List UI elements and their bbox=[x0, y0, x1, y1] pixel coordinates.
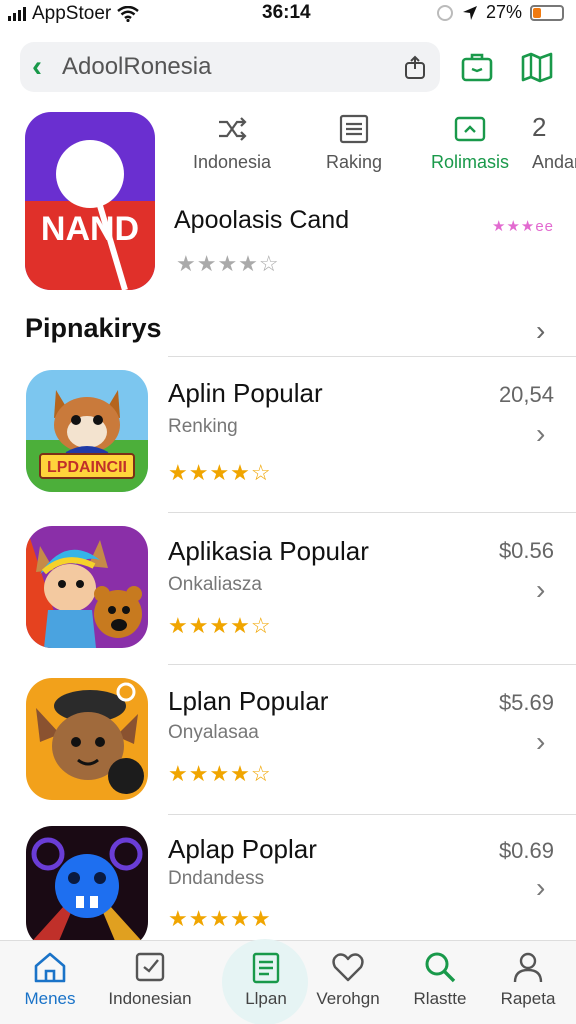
category-tab-indonesia[interactable]: Indonesia bbox=[180, 112, 284, 173]
signal-icon bbox=[8, 7, 26, 21]
tab-label: Rlastte bbox=[413, 989, 467, 1008]
shuffle-icon bbox=[219, 117, 247, 141]
status-right: 27% bbox=[436, 2, 564, 23]
app-subtitle: Dndandess bbox=[168, 868, 265, 889]
tab-label: Verohgn bbox=[316, 989, 380, 1008]
category-tab-raking[interactable]: Raking bbox=[306, 112, 402, 173]
moon-icon bbox=[436, 4, 453, 21]
tab-label: Rapeta bbox=[500, 989, 556, 1008]
app-price[interactable]: $5.69 bbox=[499, 690, 554, 716]
category-label: Rolimasis bbox=[430, 152, 509, 172]
app-subtitle: Onkaliasza bbox=[168, 574, 262, 595]
status-time: 36:14 bbox=[262, 2, 311, 23]
wifi-icon bbox=[117, 6, 140, 22]
tab-rlastte[interactable]: Rlastte bbox=[392, 949, 488, 1009]
map-icon[interactable] bbox=[520, 50, 554, 84]
rainbow-hair-character-icon[interactable] bbox=[26, 526, 148, 648]
category-label: Raking bbox=[325, 152, 383, 172]
tab-indonesian[interactable]: Indonesian bbox=[102, 949, 198, 1009]
app-name: Aplap Poplar bbox=[168, 834, 317, 864]
star-rating: ★★★★☆ bbox=[168, 460, 272, 485]
chevron-right-icon[interactable]: › bbox=[536, 418, 545, 450]
tab-label: Indonesian bbox=[108, 989, 192, 1008]
battery-percent: 27% bbox=[485, 2, 522, 22]
section-title: Pipnakirys bbox=[25, 313, 162, 343]
search-bar[interactable]: ‹ AdoolRonesia bbox=[20, 42, 440, 92]
cap-character-icon[interactable] bbox=[26, 678, 148, 800]
fox-character-icon[interactable]: LPDAINCII bbox=[26, 370, 148, 492]
chevron-right-icon[interactable]: › bbox=[536, 315, 545, 347]
app-subtitle: Renking bbox=[168, 416, 238, 437]
status-bar: AppStoer 36:14 27% bbox=[0, 0, 576, 28]
battery-fill bbox=[533, 7, 541, 18]
chevron-left-icon[interactable]: ‹ bbox=[32, 52, 58, 82]
chevron-right-icon[interactable]: › bbox=[536, 574, 545, 606]
divider bbox=[168, 814, 576, 815]
featured-icon-text: NAND bbox=[41, 210, 139, 248]
app-price[interactable]: $0.56 bbox=[499, 538, 554, 564]
tab-label: Llpan bbox=[245, 989, 287, 1008]
category-tabs: Indonesia Raking Rolimasis 2 Andar bbox=[180, 112, 576, 182]
carrier-label: AppStoer bbox=[32, 3, 112, 24]
app-row[interactable]: LPDAINCII Aplin Popular Renking ★★★★☆ 20… bbox=[0, 356, 576, 506]
app-name: Lplan Popular bbox=[168, 686, 329, 716]
app-row[interactable]: Aplikasia Popular Onkaliasza ★★★★☆ $0.56… bbox=[0, 512, 576, 662]
document-icon bbox=[135, 952, 165, 982]
person-icon bbox=[513, 952, 543, 983]
number-icon: 2 bbox=[532, 112, 547, 142]
location-arrow-icon bbox=[462, 5, 477, 20]
tab-bar: Menes Indonesian Llpan Verohgn Rlastte R… bbox=[0, 939, 576, 1024]
star-rating: ★★★★☆ bbox=[168, 613, 272, 638]
category-label: Indonesia bbox=[192, 152, 272, 172]
category-tab-rolimasis[interactable]: Rolimasis bbox=[420, 112, 520, 173]
tab-menes[interactable]: Menes bbox=[2, 949, 98, 1009]
featured-stars: ★★★★☆ bbox=[176, 251, 280, 276]
category-tab-andar[interactable]: 2 Andar bbox=[532, 112, 576, 173]
clipboard-icon bbox=[252, 952, 280, 984]
search-query[interactable]: AdoolRonesia bbox=[58, 53, 402, 81]
featured-rating-text: ★★★ee bbox=[492, 218, 555, 235]
divider bbox=[168, 512, 576, 513]
search-icon bbox=[425, 952, 456, 983]
icon-text: LPDAINCII bbox=[47, 459, 127, 476]
featured-app-title[interactable]: Apoolasis Cand bbox=[174, 206, 349, 235]
chevron-right-icon[interactable]: › bbox=[536, 872, 545, 904]
battery-icon bbox=[530, 4, 564, 21]
status-left: AppStoer bbox=[8, 3, 140, 25]
app-price[interactable]: $0.69 bbox=[499, 838, 554, 864]
tab-label: Menes bbox=[24, 989, 76, 1008]
blue-monster-icon[interactable] bbox=[26, 826, 148, 948]
heart-icon bbox=[332, 953, 364, 982]
app-name: Aplin Popular bbox=[168, 378, 323, 408]
divider bbox=[168, 664, 576, 665]
tab-verohgn[interactable]: Verohgn bbox=[300, 949, 396, 1009]
share-icon[interactable] bbox=[402, 54, 428, 80]
app-row[interactable]: Lplan Popular Onyalasaa ★★★★☆ $5.69 › bbox=[0, 664, 576, 814]
app-name: Aplikasia Popular bbox=[168, 536, 369, 566]
star-rating: ★★★★★ bbox=[168, 906, 272, 931]
divider bbox=[168, 356, 576, 357]
tv-icon bbox=[454, 116, 486, 142]
chevron-right-icon[interactable]: › bbox=[536, 726, 545, 758]
star-rating: ★★★★☆ bbox=[168, 761, 272, 786]
home-icon bbox=[34, 952, 66, 983]
app-subtitle: Onyalasaa bbox=[168, 722, 259, 743]
briefcase-icon[interactable] bbox=[460, 50, 494, 84]
category-label: Andar bbox=[532, 152, 576, 172]
tab-rapeta[interactable]: Rapeta bbox=[480, 949, 576, 1009]
list-icon bbox=[339, 114, 369, 144]
featured-app-icon[interactable]: NAND bbox=[25, 112, 155, 290]
app-price[interactable]: 20,54 bbox=[499, 382, 554, 408]
